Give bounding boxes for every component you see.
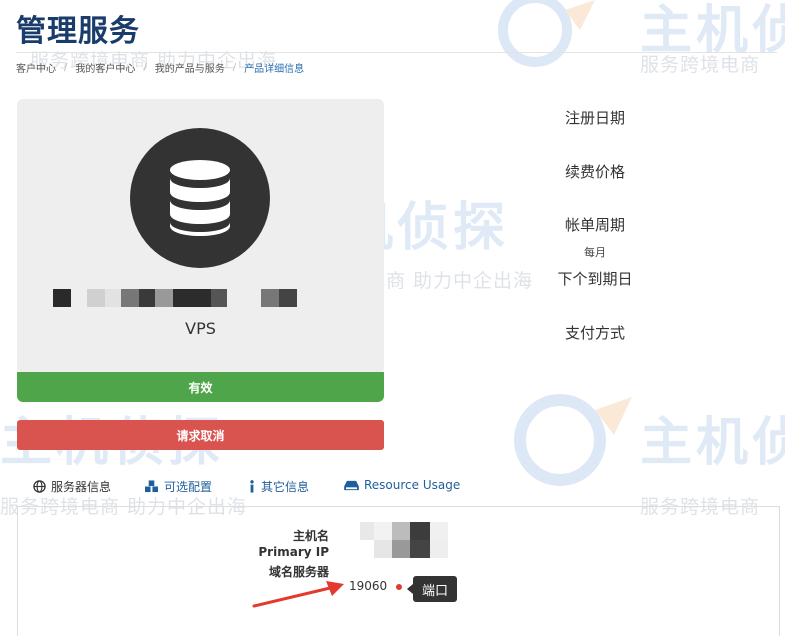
- tab-other-info[interactable]: 其它信息: [248, 478, 309, 495]
- primary-ip-label: Primary IP: [258, 545, 329, 559]
- registration-date-label: 注册日期: [564, 109, 625, 127]
- breadcrumb-item-my-client-area[interactable]: 我的客户中心: [75, 60, 135, 75]
- cubes-icon: [144, 480, 159, 493]
- title-divider: [16, 52, 777, 53]
- database-icon: [130, 128, 270, 268]
- billing-cycle-label: 帐单周期: [564, 216, 625, 234]
- watermark-slogan-short: 服务跨境电商: [640, 54, 761, 76]
- port-marker: [396, 584, 402, 590]
- renewal-price-label: 续费价格: [564, 163, 625, 181]
- info-icon: [248, 480, 256, 493]
- port-value: 19060: [349, 579, 388, 593]
- product-name: VPS: [185, 319, 216, 338]
- hostname-label: 主机名: [292, 529, 329, 543]
- next-due-date-label: 下个到期日: [557, 270, 633, 288]
- breadcrumb: 客户中心 / 我的客户中心 / 我的产品与服务 / 产品详细信息: [16, 60, 304, 75]
- billing-cycle-value: 每月: [584, 246, 606, 259]
- tab-strip: 服务器信息 可选配置 其它信息 Resource Usage: [17, 470, 779, 507]
- tab-resource-usage[interactable]: Resource Usage: [344, 478, 460, 492]
- tab-label: 可选配置: [164, 480, 213, 494]
- payment-method-label: 支付方式: [564, 324, 625, 342]
- nameservers-label: 域名服务器: [268, 565, 329, 579]
- annotation-arrow-icon: [252, 581, 344, 608]
- page-title: 管理服务: [16, 14, 140, 49]
- breadcrumb-item-product-details: 产品详细信息: [244, 64, 305, 75]
- breadcrumb-item-client-area[interactable]: 客户中心: [16, 60, 56, 75]
- tab-configurable-options[interactable]: 可选配置: [144, 478, 212, 495]
- request-cancellation-button[interactable]: 请求取消: [17, 420, 384, 450]
- breadcrumb-separator: /: [143, 62, 147, 73]
- globe-icon: [33, 480, 46, 493]
- tab-label: 其它信息: [261, 480, 310, 494]
- tab-server-info[interactable]: 服务器信息: [33, 478, 111, 495]
- server-info-panel: [17, 506, 780, 636]
- port-tooltip: 端口: [406, 576, 458, 602]
- hdd-icon: [344, 480, 359, 491]
- redacted-domain: [53, 289, 297, 307]
- watermark-logo-icon: [498, 0, 595, 67]
- product-card: VPS: [17, 99, 384, 374]
- tab-label: Resource Usage: [364, 478, 461, 492]
- status-badge: 有效: [17, 372, 384, 402]
- tab-label: 服务器信息: [51, 480, 112, 494]
- watermark-brand: 主机侦探: [640, 413, 785, 473]
- breadcrumb-separator: /: [64, 62, 68, 73]
- breadcrumb-item-products-services[interactable]: 我的产品与服务: [155, 60, 225, 75]
- breadcrumb-separator: /: [232, 62, 237, 73]
- watermark-brand: 主机侦探: [640, 1, 785, 61]
